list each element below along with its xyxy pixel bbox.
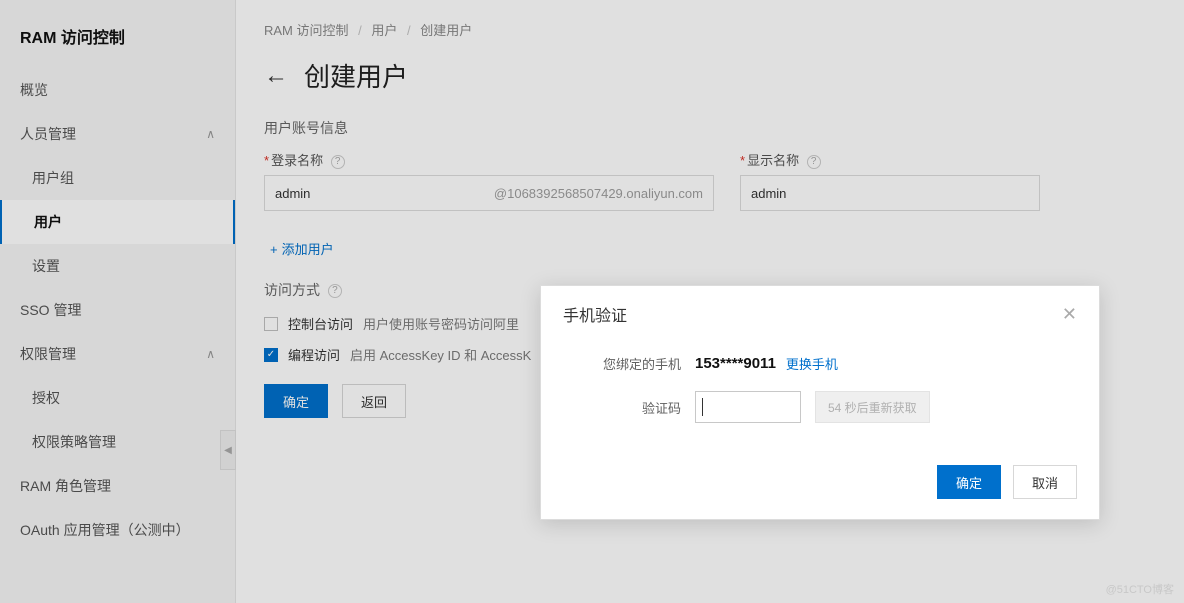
modal-ok-button[interactable]: 确定: [937, 465, 1001, 499]
bound-phone-value: 153****9011: [695, 355, 776, 372]
code-label: 验证码: [571, 398, 681, 417]
phone-verify-modal: 手机验证 ✕ 您绑定的手机 153****9011 更换手机 验证码 54 秒后…: [540, 285, 1100, 520]
change-phone-link[interactable]: 更换手机: [786, 354, 838, 373]
close-icon[interactable]: ✕: [1062, 304, 1077, 325]
resend-code-button[interactable]: 54 秒后重新获取: [815, 391, 930, 423]
verification-code-input[interactable]: [695, 391, 801, 423]
watermark: @51CTO博客: [1106, 581, 1174, 597]
modal-title: 手机验证: [563, 302, 627, 326]
bound-phone-label: 您绑定的手机: [571, 354, 681, 373]
modal-cancel-button[interactable]: 取消: [1013, 465, 1077, 499]
